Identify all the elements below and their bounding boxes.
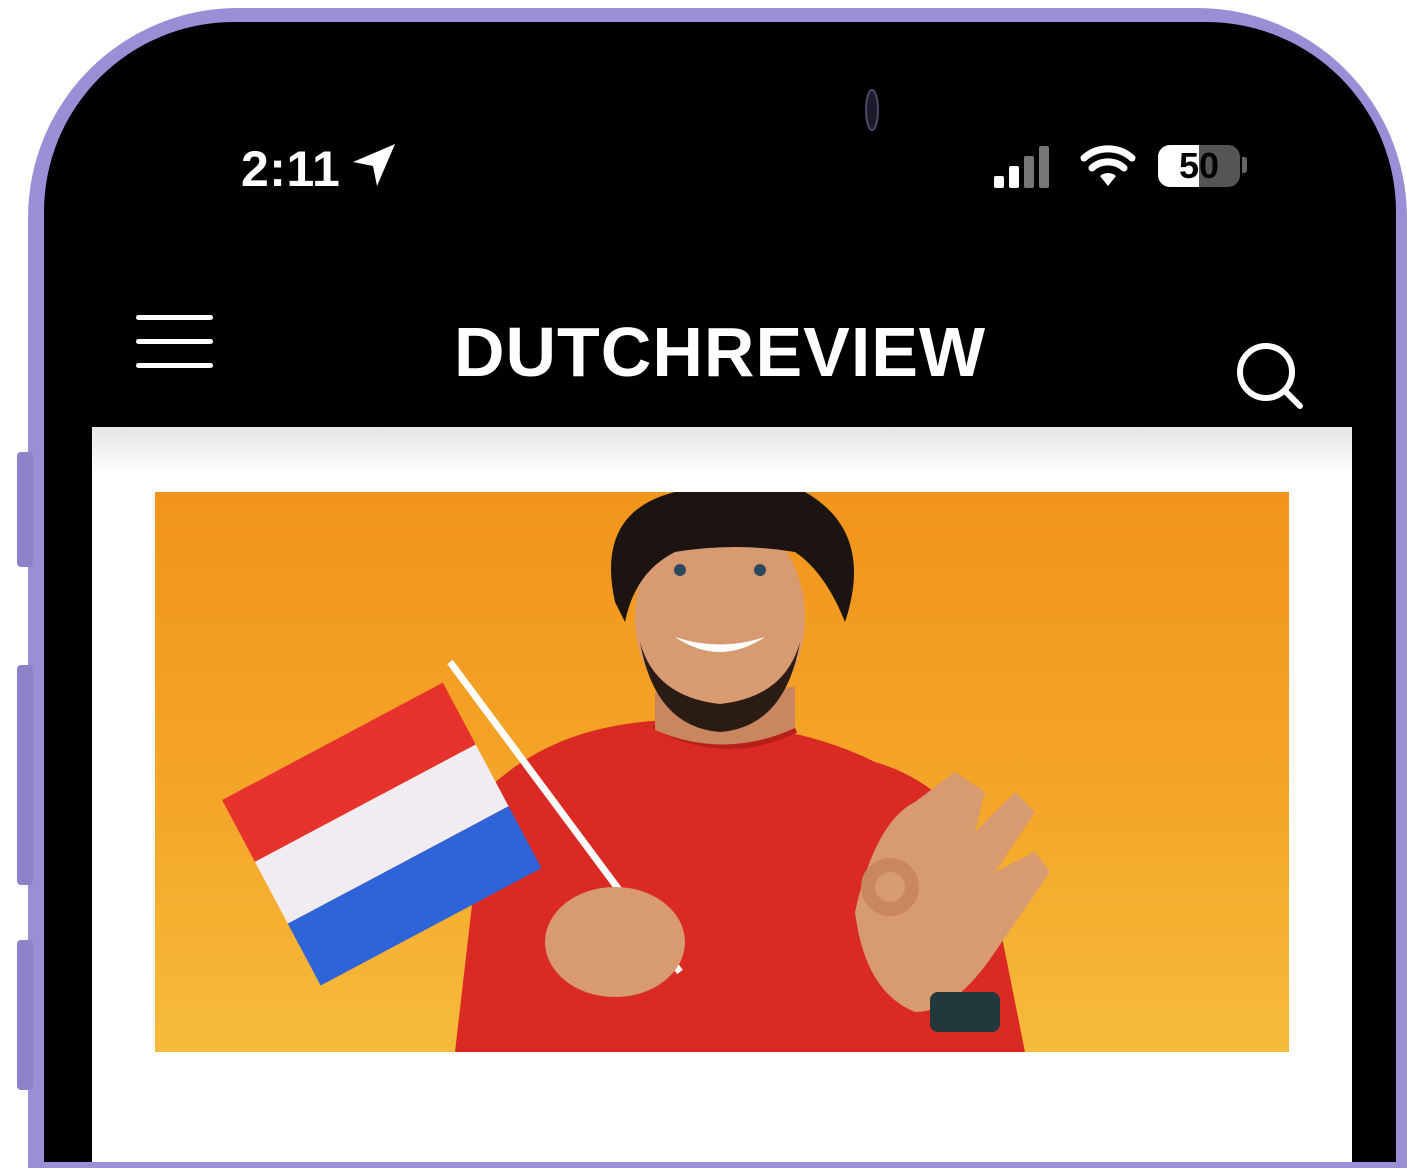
wifi-icon: [1080, 145, 1136, 186]
search-icon[interactable]: [1234, 340, 1304, 410]
volume-down-button: [17, 665, 33, 885]
hero-image[interactable]: [155, 492, 1289, 1052]
front-camera-icon: [865, 89, 879, 131]
brand-logo[interactable]: DUTCHREVIEW: [44, 312, 1396, 392]
signal-icon: [994, 146, 1049, 188]
location-arrow-icon: [353, 144, 395, 186]
battery-percentage: 50: [1178, 145, 1220, 186]
battery-icon: 50: [1158, 145, 1240, 187]
battery-tip: [1242, 157, 1247, 173]
side-button: [17, 940, 33, 1090]
article-card[interactable]: [92, 427, 1352, 1162]
phone-screen: 2:11 50 DUTCHREVIEW: [44, 22, 1396, 1162]
hero-illustration: [222, 492, 1050, 1052]
card-shadow: [92, 427, 1352, 473]
status-time: 2:11: [241, 141, 341, 197]
volume-up-button: [17, 452, 33, 567]
